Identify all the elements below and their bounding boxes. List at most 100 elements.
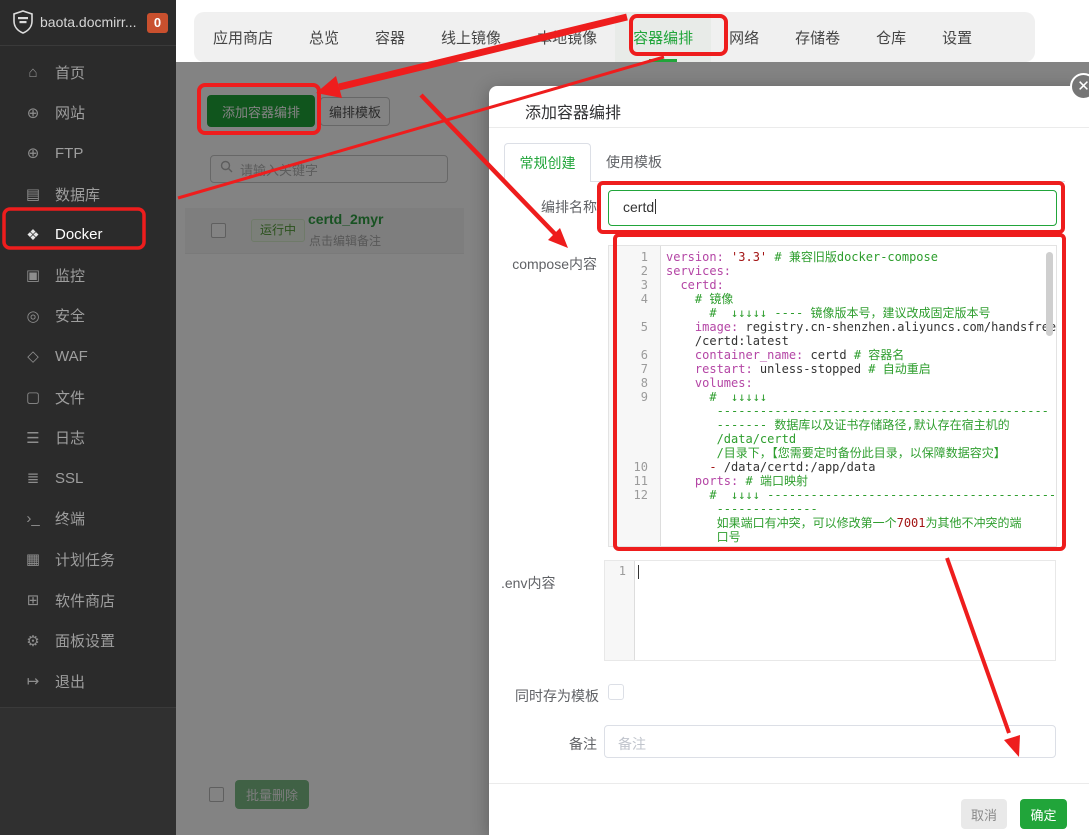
code-line: container_name: certd # 容器名 [666,348,1056,362]
line-number: 2 [609,264,648,278]
sidebar-item-label: 终端 [55,508,85,529]
nav-tab-容器[interactable]: 容器 [357,12,423,62]
nav-tab-容器编排[interactable]: 容器编排 [615,12,711,62]
line-number [609,432,648,446]
sidebar-item-label: 网站 [55,102,85,123]
compose-label: compose内容 [489,254,597,274]
line-number: 10 [609,460,648,474]
compose-code-content[interactable]: version: '3.3' # 兼容旧版docker-composeservi… [661,246,1056,546]
save-as-template-checkbox[interactable] [608,684,624,700]
name-value: certd [623,199,654,215]
sidebar-item-终端[interactable]: ›_ 终端 [0,499,176,540]
nav-tab-仓库[interactable]: 仓库 [858,12,924,62]
text-caret [638,565,639,579]
line-number [609,334,648,348]
code-line: certd: [666,278,1056,292]
line-number: 9 [609,390,648,404]
calendar-icon: ▦ [24,550,42,568]
env-line-number-gutter: 1 [605,561,635,660]
sidebar-item-网站[interactable]: ⊕网站 [0,93,176,134]
sidebar-item-SSL[interactable]: ≣SSL [0,458,176,499]
sidebar-item-label: 退出 [55,671,85,692]
sidebar-item-label: 软件商店 [55,590,115,611]
home-icon: ⌂ [24,64,42,81]
remark-input[interactable]: 备注 [604,725,1056,758]
sidebar-item-label: 安全 [55,305,85,326]
name-label: 编排名称 [489,197,597,217]
terminal-icon: ›_ [24,510,42,527]
line-number: 5 [609,320,648,334]
code-line: /data/certd [666,432,1056,446]
sidebar-item-数据库[interactable]: ▤ 数据库 [0,174,176,215]
line-number-gutter: 1234 5 6789 101112 13 [609,246,661,546]
sidebar-menu: ⌂首页⊕网站⊕FTP ▤ 数据库 ❖Docker ▣ 监控 ◎ 安全 ◇WAF▢文件☰日志≣SS… [0,46,176,702]
code-line: volumes: [666,376,1056,390]
app-grid-icon: ⊞ [24,591,42,609]
sidebar-footer [0,707,176,835]
sidebar-item-软件商店[interactable]: ⊞ 软件商店 [0,580,176,621]
line-number [609,418,648,432]
sidebar-item-label: FTP [55,145,83,162]
code-line: ------- 数据库以及证书存储路径,默认存在宿主机的 [666,418,1056,432]
notification-badge[interactable]: 0 [147,13,168,33]
sidebar-item-安全[interactable]: ◎ 安全 [0,296,176,337]
baota-shield-icon [12,10,34,39]
nav-tab-存储卷[interactable]: 存储卷 [777,12,858,62]
code-line: version: '3.3' # 兼容旧版docker-compose [666,250,1056,264]
logout-icon: ↦ [24,672,42,690]
sidebar-item-label: 日志 [55,427,85,448]
sidebar-item-Docker[interactable]: ❖Docker [0,214,176,255]
line-number: 6 [609,348,648,362]
confirm-button[interactable]: 确定 [1020,799,1067,829]
sidebar-item-退出[interactable]: ↦ 退出 [0,661,176,702]
header-divider [489,127,1089,128]
line-number [609,516,648,530]
monitor-icon: ▣ [24,266,42,284]
nav-tab-网络[interactable]: 网络 [711,12,777,62]
sidebar-item-面板设置[interactable]: ⚙面板设置 [0,620,176,661]
orchestration-name-input[interactable]: certd [608,190,1057,226]
tab-use-template[interactable]: 使用模板 [591,143,677,182]
code-line: 口号 [666,530,1056,544]
line-number: 3 [609,278,648,292]
compose-code-editor[interactable]: 1234 5 6789 101112 13 version: '3.3' # 兼… [608,245,1057,547]
sidebar-item-WAF[interactable]: ◇WAF [0,336,176,377]
sidebar-item-label: 数据库 [55,184,100,205]
waf-shield-icon: ◇ [24,347,42,365]
sidebar-item-首页[interactable]: ⌂首页 [0,52,176,93]
code-line: -------------- [666,502,1056,516]
code-line: restart: unless-stopped # 自动重启 [666,362,1056,376]
sidebar-item-文件[interactable]: ▢文件 [0,377,176,418]
sidebar-item-label: 监控 [55,265,85,286]
tab-normal-create[interactable]: 常规创建 [504,143,591,182]
nav-tab-线上镜像[interactable]: 线上镜像 [423,12,519,62]
close-icon[interactable]: ✕ [1070,73,1089,100]
text-caret [655,199,656,214]
line-number: 11 [609,474,648,488]
code-line: ----------------------------------------… [666,404,1056,418]
code-line: # ↓↓↓↓ ---------------------------------… [666,488,1056,502]
nav-tab-设置[interactable]: 设置 [924,12,990,62]
shield-check-icon: ◎ [24,307,42,325]
env-code-editor[interactable]: 1 [604,560,1056,661]
nav-tab-应用商店[interactable]: 应用商店 [195,12,291,62]
sidebar-item-label: 计划任务 [55,549,115,570]
code-line: - "7001:7001" [666,544,1056,546]
line-number: 8 [609,376,648,390]
sidebar-item-计划任务[interactable]: ▦ 计划任务 [0,539,176,580]
database-icon: ▤ [24,185,42,203]
docker-tab-bar: 应用商店总览容器线上镜像本地镜像容器编排网络存储卷仓库设置 [194,12,1035,62]
cancel-button[interactable]: 取消 [961,799,1007,829]
nav-tab-本地镜像[interactable]: 本地镜像 [519,12,615,62]
logo-row[interactable]: baota.docmirr... 0 [0,0,176,46]
line-number [609,446,648,460]
sidebar-item-FTP[interactable]: ⊕FTP [0,133,176,174]
sidebar-item-label: 文件 [55,387,85,408]
editor-scrollbar-thumb[interactable] [1046,252,1053,336]
remark-label: 备注 [489,734,597,754]
sidebar-item-监控[interactable]: ▣ 监控 [0,255,176,296]
sidebar-item-日志[interactable]: ☰日志 [0,417,176,458]
nav-tab-总览[interactable]: 总览 [291,12,357,62]
line-number [609,404,648,418]
env-label: .env内容 [501,573,564,593]
